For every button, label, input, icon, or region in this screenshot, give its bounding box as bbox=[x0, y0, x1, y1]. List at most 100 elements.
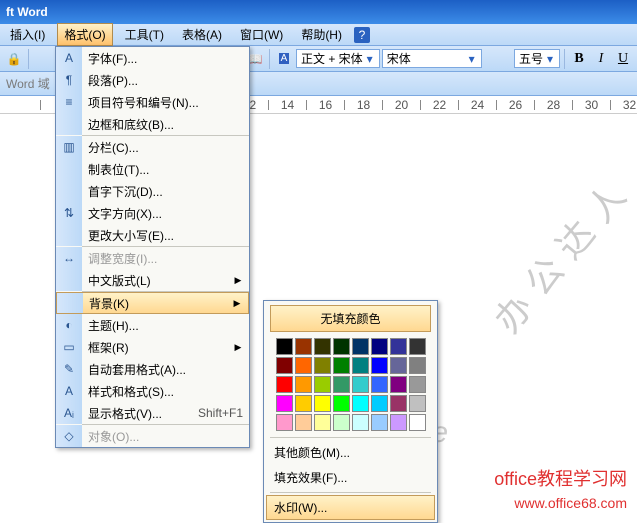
color-swatch[interactable] bbox=[314, 357, 331, 374]
color-swatch[interactable] bbox=[314, 414, 331, 431]
menu-item-label: 段落(P)... bbox=[82, 72, 243, 89]
color-swatch[interactable] bbox=[390, 414, 407, 431]
theme-icon: ◐ bbox=[56, 314, 82, 336]
color-swatch[interactable] bbox=[314, 376, 331, 393]
no-fill-button[interactable]: 无填充颜色 bbox=[270, 305, 431, 332]
menu-insert[interactable]: 插入(I) bbox=[4, 24, 51, 45]
blank-icon bbox=[56, 158, 82, 180]
blank-icon bbox=[56, 180, 82, 202]
color-swatch[interactable] bbox=[352, 376, 369, 393]
color-swatch[interactable] bbox=[333, 376, 350, 393]
color-swatch[interactable] bbox=[409, 395, 426, 412]
color-swatch[interactable] bbox=[295, 395, 312, 412]
style-combo[interactable]: 正文 + 宋体 ▾ bbox=[296, 49, 380, 68]
fill-effects-item[interactable]: 填充效果(F)... bbox=[266, 465, 435, 490]
color-swatch[interactable] bbox=[409, 414, 426, 431]
color-swatch[interactable] bbox=[295, 338, 312, 355]
menu-item[interactable]: 中文版式(L)▶ bbox=[56, 269, 249, 291]
menu-item-label: 中文版式(L) bbox=[82, 272, 233, 289]
color-swatch[interactable] bbox=[371, 338, 388, 355]
color-swatch[interactable] bbox=[276, 395, 293, 412]
menu-table[interactable]: 表格(A) bbox=[176, 24, 228, 45]
color-swatch[interactable] bbox=[371, 357, 388, 374]
blank-icon bbox=[56, 113, 82, 135]
color-swatch[interactable] bbox=[295, 414, 312, 431]
color-swatch[interactable] bbox=[333, 357, 350, 374]
menu-tools[interactable]: 工具(T) bbox=[119, 24, 170, 45]
background-submenu: 无填充颜色 其他颜色(M)... 填充效果(F)... 水印(W)... bbox=[263, 300, 438, 523]
obj-icon: ◇ bbox=[56, 425, 82, 447]
menu-item[interactable]: ⇅文字方向(X)... bbox=[56, 202, 249, 224]
help-icon[interactable]: ? bbox=[354, 27, 370, 43]
menu-item-label: 框架(R) bbox=[82, 339, 233, 356]
menu-item[interactable]: 背景(K)▶ bbox=[56, 292, 249, 314]
menu-shortcut: Shift+F1 bbox=[190, 406, 243, 420]
menu-item[interactable]: A样式和格式(S)... bbox=[56, 380, 249, 402]
menu-item[interactable]: ¶段落(P)... bbox=[56, 69, 249, 91]
color-swatch[interactable] bbox=[352, 395, 369, 412]
menu-item[interactable]: ≡项目符号和编号(N)... bbox=[56, 91, 249, 113]
menu-format[interactable]: 格式(O) bbox=[57, 23, 112, 46]
underline-button[interactable]: U bbox=[613, 49, 633, 69]
permission-icon[interactable]: 🔒 bbox=[4, 49, 24, 69]
menu-help[interactable]: 帮助(H) bbox=[295, 24, 348, 45]
color-swatch[interactable] bbox=[409, 338, 426, 355]
menu-item[interactable]: ▥分栏(C)... bbox=[56, 136, 249, 158]
menu-item-label: 边框和底纹(B)... bbox=[82, 116, 243, 133]
color-swatch[interactable] bbox=[333, 395, 350, 412]
color-swatch[interactable] bbox=[295, 376, 312, 393]
menu-item[interactable]: ▭框架(R)▶ bbox=[56, 336, 249, 358]
color-swatch[interactable] bbox=[314, 395, 331, 412]
color-swatch[interactable] bbox=[352, 357, 369, 374]
menu-item-label: 项目符号和编号(N)... bbox=[82, 94, 243, 111]
font-combo[interactable]: 宋体 ▾ bbox=[382, 49, 482, 68]
italic-button[interactable]: I bbox=[591, 49, 611, 69]
color-swatch[interactable] bbox=[276, 414, 293, 431]
submenu-arrow-icon: ▶ bbox=[232, 298, 242, 309]
chevron-down-icon: ▾ bbox=[363, 52, 377, 66]
color-swatch[interactable] bbox=[371, 414, 388, 431]
color-swatch[interactable] bbox=[371, 395, 388, 412]
bold-button[interactable]: B bbox=[569, 49, 589, 69]
blank-icon bbox=[57, 293, 83, 313]
menu-window[interactable]: 窗口(W) bbox=[234, 24, 289, 45]
menu-item-label: 更改大小写(E)... bbox=[82, 227, 243, 244]
font-combo-value: 宋体 bbox=[387, 50, 411, 67]
color-swatch[interactable] bbox=[390, 338, 407, 355]
color-swatch[interactable] bbox=[390, 357, 407, 374]
menu-item[interactable]: ✎自动套用格式(A)... bbox=[56, 358, 249, 380]
menu-item-label: 制表位(T)... bbox=[82, 161, 243, 178]
color-swatch[interactable] bbox=[333, 414, 350, 431]
color-swatch[interactable] bbox=[276, 357, 293, 374]
color-swatch[interactable] bbox=[295, 357, 312, 374]
color-swatch[interactable] bbox=[409, 376, 426, 393]
watermark-item[interactable]: 水印(W)... bbox=[266, 495, 435, 520]
color-swatch[interactable] bbox=[352, 338, 369, 355]
menu-item[interactable]: 首字下沉(D)... bbox=[56, 180, 249, 202]
color-swatch[interactable] bbox=[314, 338, 331, 355]
style-icon[interactable]: A bbox=[274, 49, 294, 69]
color-swatch[interactable] bbox=[390, 395, 407, 412]
menu-item-label: 首字下沉(D)... bbox=[82, 183, 243, 200]
menu-item[interactable]: ◐主题(H)... bbox=[56, 314, 249, 336]
color-swatch[interactable] bbox=[409, 357, 426, 374]
color-swatch[interactable] bbox=[276, 338, 293, 355]
more-colors-item[interactable]: 其他颜色(M)... bbox=[266, 440, 435, 465]
menu-item-label: 分栏(C)... bbox=[82, 139, 243, 156]
color-swatch[interactable] bbox=[276, 376, 293, 393]
blank-icon bbox=[56, 224, 82, 246]
diagonal-watermark: 办公达人 bbox=[480, 162, 637, 343]
menu-item[interactable]: 边框和底纹(B)... bbox=[56, 113, 249, 135]
color-swatch[interactable] bbox=[390, 376, 407, 393]
size-combo[interactable]: 五号 ▾ bbox=[514, 49, 560, 68]
color-swatch[interactable] bbox=[371, 376, 388, 393]
menu-item[interactable]: 更改大小写(E)... bbox=[56, 224, 249, 246]
auto-icon: ✎ bbox=[56, 358, 82, 380]
menu-item[interactable]: 制表位(T)... bbox=[56, 158, 249, 180]
menu-item[interactable]: A字体(F)... bbox=[56, 47, 249, 69]
chevron-down-icon: ▾ bbox=[465, 52, 479, 66]
menu-item-label: 主题(H)... bbox=[82, 317, 243, 334]
color-swatch[interactable] bbox=[352, 414, 369, 431]
color-swatch[interactable] bbox=[333, 338, 350, 355]
menu-item[interactable]: Aᵢ显示格式(V)...Shift+F1 bbox=[56, 402, 249, 424]
